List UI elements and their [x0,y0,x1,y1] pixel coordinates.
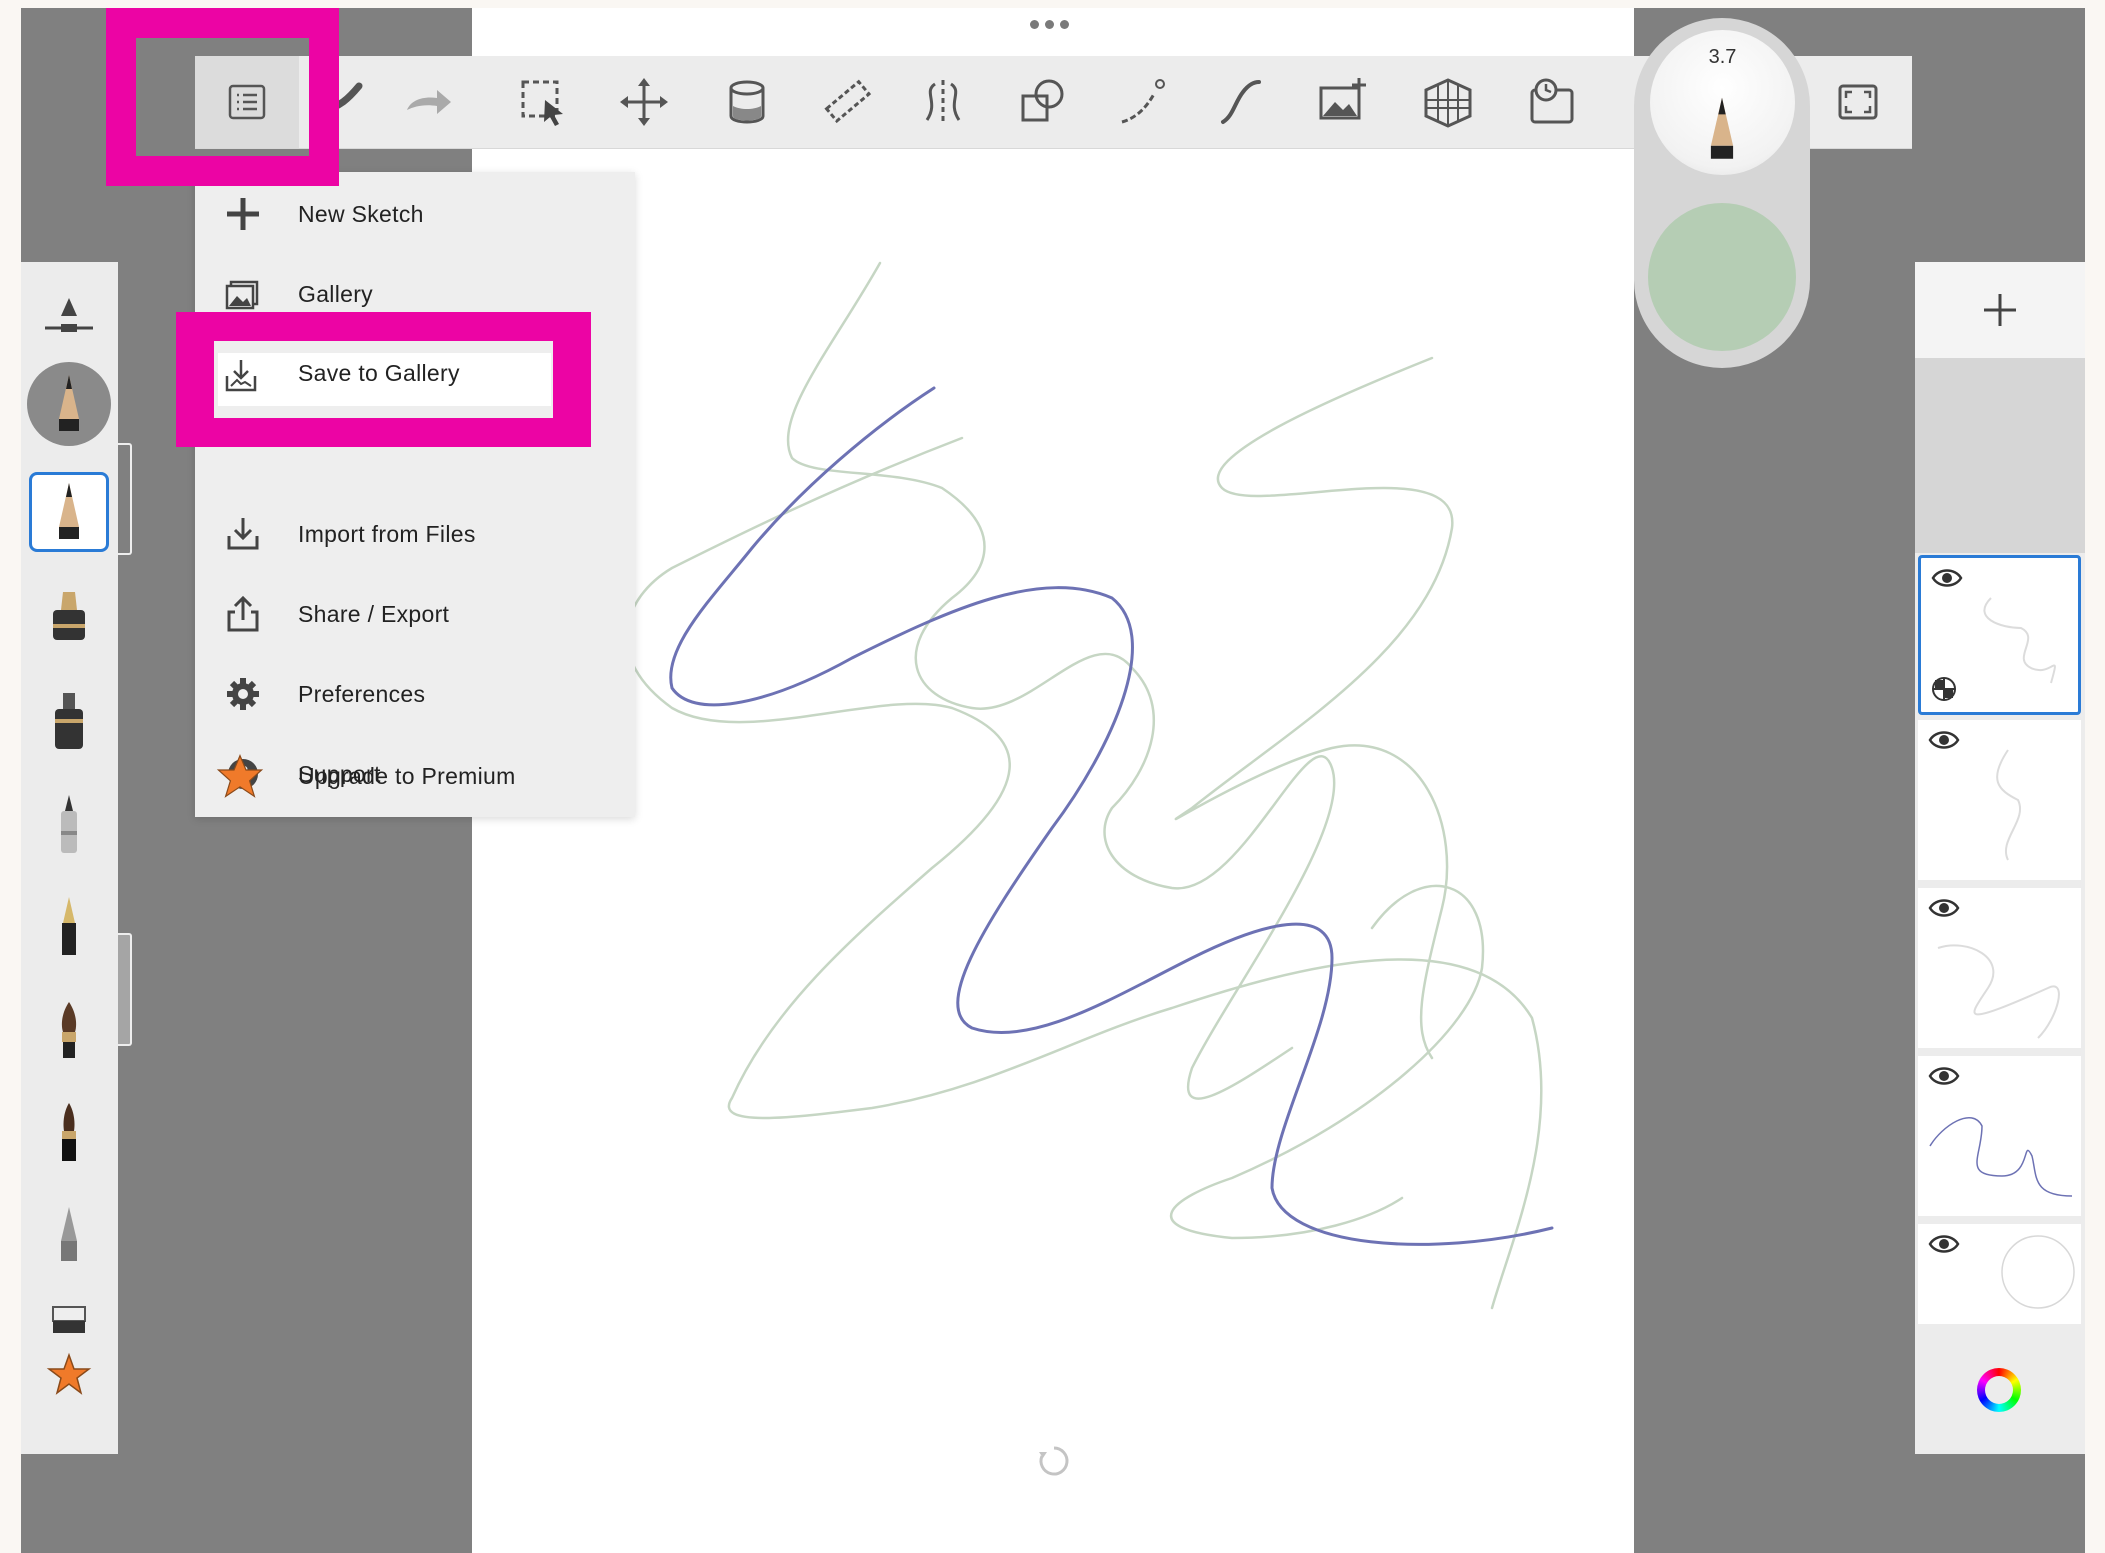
layer-preview [1937,944,2060,1039]
premium-brushes-star-icon[interactable] [35,1342,103,1410]
ballpoint-pen-icon[interactable] [35,894,103,962]
plus-icon [221,192,265,236]
highlight-box-save-to-gallery [176,312,591,447]
share-icon [221,592,265,636]
highlight-box-menu-button [106,8,339,186]
gear-icon [221,672,265,716]
brush-size-slider-icon[interactable] [35,286,103,354]
palette-handle-top[interactable] [118,443,132,555]
more-options-handle[interactable] [1030,20,1076,34]
pencil-icon [1710,97,1734,159]
visibility-eye-icon[interactable] [1928,1232,1960,1256]
layer-thumbnail-4[interactable] [1918,1056,2081,1216]
ink-brush-icon[interactable] [35,1100,103,1168]
perspective-icon[interactable] [1416,70,1480,134]
fill-icon[interactable] [715,70,779,134]
layer-preview [1983,597,2056,684]
menu-item-label: Gallery [298,280,373,307]
add-image-icon[interactable] [1311,70,1375,134]
shapes-icon[interactable] [1011,70,1075,134]
background-layer-circle [2001,1235,2075,1309]
fullscreen-icon[interactable] [1826,70,1890,134]
current-brush-preview[interactable] [27,362,111,446]
plus-icon [1984,294,2016,326]
airbrush-icon[interactable] [35,690,103,758]
palette-handle-bottom[interactable] [118,933,132,1046]
layer-thumbnail-2[interactable] [1918,720,2081,880]
brush-size-value: 3.7 [1708,46,1737,68]
layer-thumbnail-background[interactable] [1918,1224,2081,1324]
menu-item-label: Preferences [298,680,426,707]
selection-icon[interactable] [511,70,575,134]
smudge-tool-icon[interactable] [35,1202,103,1270]
symmetry-icon[interactable] [911,70,975,134]
layer-preview [1929,1116,2073,1197]
layer-preview [1996,749,2021,861]
visibility-eye-icon[interactable] [1931,566,1963,590]
layer-blend-icon[interactable] [1931,676,1957,702]
current-color-swatch[interactable] [1648,203,1796,351]
time-lapse-icon[interactable] [1520,70,1584,134]
layer-thumbnail-3[interactable] [1918,888,2081,1048]
main-menu-dropdown: New Sketch Gallery Import from Files Sha… [195,172,635,817]
pencil-brush-selected[interactable] [29,472,109,552]
add-layer-button[interactable] [1915,262,2085,358]
technical-pen-icon[interactable] [35,792,103,860]
paint-brush-icon[interactable] [35,997,103,1065]
visibility-eye-icon[interactable] [1928,896,1960,920]
brush-palette [21,262,118,1454]
menu-item-label: Import from Files [298,520,476,547]
ruler-icon[interactable] [815,70,879,134]
visibility-eye-icon[interactable] [1928,1064,1960,1088]
star-icon [215,751,265,801]
eraser-icon[interactable] [35,1282,103,1350]
menu-item-preferences[interactable]: Preferences [195,654,635,734]
import-icon [221,512,265,556]
stroke-icon[interactable] [1209,70,1273,134]
screen-edge [2085,8,2105,1553]
layer-thumbnail-1-selected[interactable] [1918,555,2081,715]
transform-icon[interactable] [612,70,676,134]
menu-item-import-from-files[interactable]: Import from Files [195,494,635,574]
visibility-eye-icon[interactable] [1928,728,1960,752]
menu-item-share-export[interactable]: Share / Export [195,574,635,654]
marker-brush-icon[interactable] [35,587,103,655]
color-wheel-icon[interactable] [1977,1368,2021,1412]
sync-spinner-icon [1039,1446,1069,1476]
menu-item-label: New Sketch [298,200,424,227]
gallery-icon [221,272,265,316]
menu-item-upgrade-to-premium[interactable]: Upgrade to Premium [195,736,635,816]
redo-icon[interactable] [395,70,459,134]
menu-item-label: Upgrade to Premium [298,762,516,789]
curve-icon[interactable] [1110,70,1174,134]
menu-item-label: Share / Export [298,600,450,627]
layers-empty-area [1915,358,2085,553]
menu-item-new-sketch[interactable]: New Sketch [195,174,635,254]
canvas-strokes [625,261,1554,1310]
